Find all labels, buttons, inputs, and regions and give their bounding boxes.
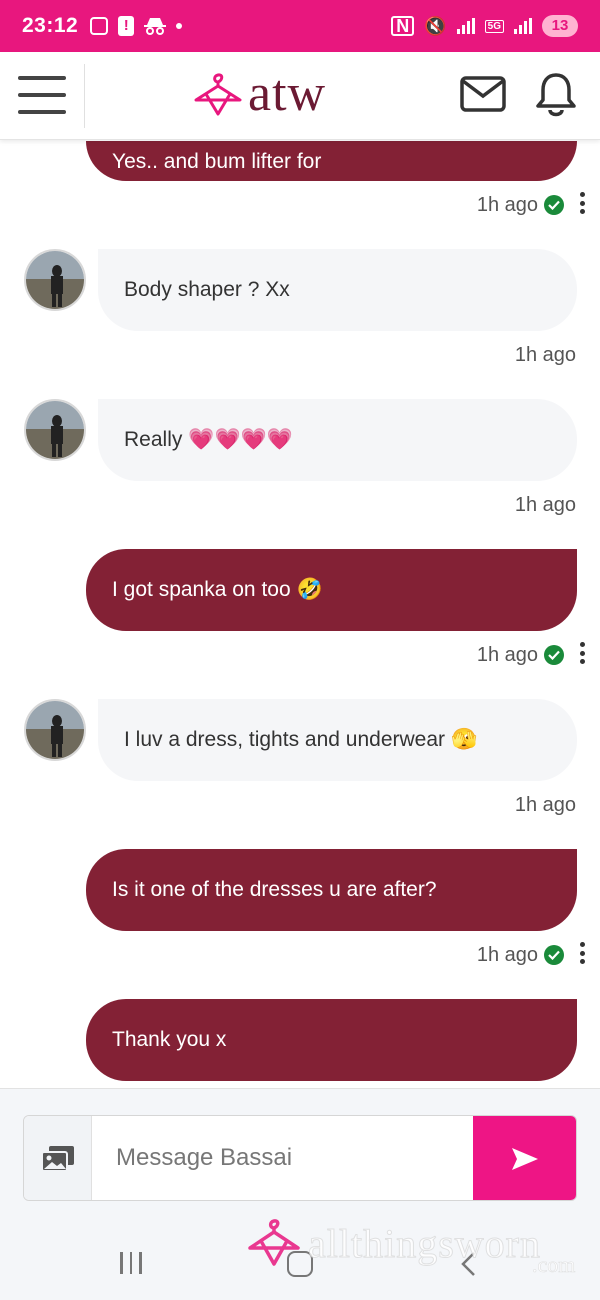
wifi-signal-icon bbox=[456, 18, 475, 34]
emoji: 💗💗💗💗 bbox=[188, 428, 293, 451]
alert-icon: ! bbox=[118, 16, 135, 36]
mute-icon: 🔇 bbox=[424, 15, 447, 36]
watermark-text: allthingsworn bbox=[308, 1221, 541, 1267]
avatar[interactable] bbox=[24, 249, 86, 311]
cell-signal-icon bbox=[514, 18, 532, 34]
hanger-watermark-icon bbox=[248, 1219, 300, 1266]
emoji: 🫣 bbox=[451, 728, 478, 751]
message-text: Yes.. and bum lifter for bbox=[112, 150, 322, 173]
message-bubble-outgoing[interactable]: Is it one of the dresses u are after? bbox=[86, 849, 577, 931]
message-meta: 1h ago bbox=[476, 190, 585, 220]
avatar[interactable] bbox=[24, 699, 86, 761]
menu-icon[interactable] bbox=[18, 76, 66, 114]
message-text: I luv a dress, tights and underwear bbox=[124, 728, 446, 751]
message-time: 1h ago bbox=[514, 344, 576, 366]
message-bubble-incoming[interactable]: I luv a dress, tights and underwear 🫣 bbox=[98, 699, 577, 781]
message-time: 1h ago bbox=[476, 193, 538, 216]
more-options-icon[interactable] bbox=[580, 192, 586, 214]
message-time: 1h ago bbox=[476, 643, 538, 666]
status-bar: 23:12 ! N 🔇 5G 13 bbox=[0, 0, 600, 52]
message-bubble-outgoing[interactable]: Yes.. and bum lifter for bbox=[86, 141, 577, 181]
read-check-icon bbox=[544, 945, 564, 965]
recent-apps-button[interactable] bbox=[120, 1252, 142, 1274]
attach-image-button[interactable] bbox=[24, 1116, 92, 1200]
logo-text: atw bbox=[248, 65, 327, 122]
message-bubble-outgoing[interactable]: Thank you x bbox=[86, 999, 577, 1081]
logo[interactable]: atw bbox=[192, 66, 326, 122]
network-type: 5G bbox=[484, 19, 504, 33]
read-check-icon bbox=[544, 195, 564, 215]
image-gallery-icon bbox=[40, 1146, 74, 1172]
send-icon bbox=[511, 1148, 538, 1170]
header-divider bbox=[84, 64, 85, 128]
message-time: 1h ago bbox=[514, 494, 576, 516]
nfc-icon: N bbox=[391, 16, 415, 36]
message-text: Is it one of the dresses u are after? bbox=[112, 878, 437, 901]
status-time: 23:12 bbox=[22, 14, 79, 37]
message-meta: 1h ago bbox=[476, 640, 585, 670]
message-bubble-outgoing[interactable]: I got spanka on too 🤣 bbox=[86, 549, 577, 631]
watermark-suffix: .com bbox=[532, 1252, 576, 1278]
read-check-icon bbox=[544, 645, 564, 665]
message-text: I got spanka on too bbox=[112, 578, 291, 601]
incognito-icon bbox=[144, 18, 167, 35]
send-button[interactable] bbox=[473, 1116, 576, 1200]
app-header: atw bbox=[0, 52, 600, 140]
screenshot-icon bbox=[90, 17, 109, 35]
message-list: Yes.. and bum lifter for 1h ago Body sha… bbox=[0, 141, 600, 1088]
emoji: 🤣 bbox=[296, 578, 323, 601]
battery-level: 13 bbox=[542, 15, 578, 37]
message-text: Body shaper ? Xx bbox=[124, 278, 290, 301]
system-nav-bar: allthingsworn .com bbox=[0, 1219, 600, 1300]
message-text: Really bbox=[124, 428, 183, 451]
bell-icon[interactable] bbox=[534, 72, 578, 118]
message-composer bbox=[0, 1088, 600, 1226]
composer-box bbox=[23, 1115, 577, 1201]
avatar[interactable] bbox=[24, 399, 86, 461]
notification-dot-icon bbox=[176, 23, 183, 29]
message-text: Thank you x bbox=[112, 1028, 227, 1051]
message-time: 1h ago bbox=[476, 943, 538, 966]
message-bubble-incoming[interactable]: Really 💗💗💗💗 bbox=[98, 399, 577, 481]
watermark: allthingsworn .com bbox=[246, 1214, 576, 1277]
more-options-icon[interactable] bbox=[580, 642, 586, 664]
hanger-logo-icon bbox=[194, 73, 242, 116]
message-meta: 1h ago bbox=[476, 940, 585, 970]
more-options-icon[interactable] bbox=[580, 942, 586, 964]
message-bubble-incoming[interactable]: Body shaper ? Xx bbox=[98, 249, 577, 331]
message-input[interactable] bbox=[94, 1116, 474, 1200]
message-time: 1h ago bbox=[514, 794, 576, 816]
mail-icon[interactable] bbox=[460, 76, 506, 112]
